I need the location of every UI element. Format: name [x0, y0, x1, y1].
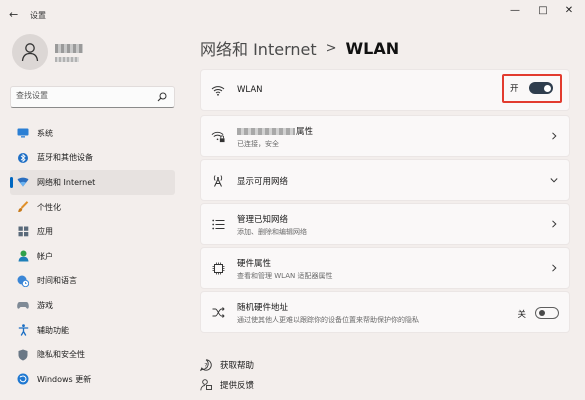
wlan-toggle-highlight: 开	[502, 74, 562, 103]
wlan-card: WLAN 开	[200, 69, 570, 111]
chevron-down-icon	[550, 178, 558, 183]
user-icon	[21, 43, 39, 62]
windows-update-icon	[17, 373, 29, 385]
help-icon: ?	[200, 359, 212, 371]
sidebar-item-label: Windows 更新	[37, 374, 92, 384]
known-networks-title: 管理已知网络	[237, 215, 289, 225]
connected-network-title: 属性	[237, 125, 313, 137]
sidebar-item-label: 时间和语言	[37, 276, 77, 286]
known-networks-subtitle: 添加、删除和编辑网络	[237, 228, 307, 236]
sidebar-item-privacy[interactable]: 隐私和安全性	[10, 342, 175, 367]
breadcrumb-parent-link[interactable]: 网络和 Internet	[200, 36, 317, 60]
hardware-properties-card[interactable]: 硬件属性 查看和管理 WLAN 适配器属性	[200, 247, 570, 289]
sidebar-item-label: 系统	[37, 128, 53, 138]
chevron-right-icon	[552, 264, 557, 272]
breadcrumb-separator: >	[325, 40, 337, 56]
wifi-lock-icon	[211, 129, 225, 143]
user-name-redacted	[55, 44, 83, 53]
maximize-icon[interactable]: □	[533, 4, 553, 18]
user-email-redacted	[55, 57, 79, 62]
account-icon	[17, 250, 29, 262]
sidebar-item-accounts[interactable]: 帐户	[10, 244, 175, 269]
sidebar-item-label: 个性化	[37, 202, 61, 212]
sidebar-nav: 系统 蓝牙和其他设备 网络和 Internet 个性化 应用 帐户 时间和语言 …	[10, 121, 175, 392]
available-networks-label: 显示可用网络	[237, 177, 289, 187]
antenna-icon	[211, 173, 225, 187]
get-help-link[interactable]: ? 获取帮助	[200, 359, 254, 371]
sidebar-item-system[interactable]: 系统	[10, 121, 175, 146]
window-title: 设置	[30, 11, 46, 20]
known-networks-card[interactable]: 管理已知网络 添加、删除和编辑网络	[200, 203, 570, 245]
wlan-toggle[interactable]	[529, 82, 553, 94]
connected-network-status: 已连接，安全	[237, 140, 279, 148]
search-box[interactable]	[10, 86, 175, 108]
hardware-properties-subtitle: 查看和管理 WLAN 适配器属性	[237, 272, 333, 280]
title-bar: ← 设置 — □ ✕	[0, 0, 585, 30]
sidebar-item-network[interactable]: 网络和 Internet	[10, 170, 175, 195]
accessibility-icon	[17, 324, 29, 336]
svg-text:?: ?	[204, 361, 207, 369]
gamepad-icon	[17, 299, 29, 311]
list-icon	[211, 217, 225, 231]
chevron-right-icon	[552, 132, 557, 140]
feedback-icon	[200, 379, 212, 391]
available-networks-card[interactable]: 显示可用网络	[200, 159, 570, 201]
sidebar-item-label: 网络和 Internet	[37, 177, 96, 187]
sidebar-item-bluetooth[interactable]: 蓝牙和其他设备	[10, 146, 175, 171]
wlan-toggle-state: 开	[510, 84, 519, 94]
shuffle-icon	[211, 305, 225, 319]
chevron-right-icon	[552, 220, 557, 228]
close-icon[interactable]: ✕	[559, 4, 579, 18]
apps-icon	[17, 226, 29, 238]
brush-icon	[17, 201, 29, 213]
give-feedback-link[interactable]: 提供反馈	[200, 379, 254, 391]
toggle-knob	[543, 84, 551, 92]
breadcrumb: 网络和 Internet > WLAN	[200, 36, 399, 60]
sidebar-item-time-language[interactable]: 时间和语言	[10, 269, 175, 294]
network-name-redacted	[237, 128, 295, 135]
wifi-icon	[211, 83, 225, 97]
minimize-icon[interactable]: —	[505, 4, 525, 18]
search-icon[interactable]	[157, 92, 167, 102]
avatar[interactable]	[12, 34, 48, 70]
random-address-toggle[interactable]	[535, 307, 559, 319]
random-hardware-address-card: 随机硬件地址 通过使其他人更难以跟踪你的设备位置来帮助保护你的隐私 关	[200, 291, 570, 333]
sidebar-item-windows-update[interactable]: Windows 更新	[10, 367, 175, 392]
random-address-toggle-state: 关	[517, 310, 526, 320]
chip-icon	[211, 261, 225, 275]
bluetooth-icon	[17, 152, 29, 164]
get-help-label: 获取帮助	[220, 361, 255, 371]
system-icon	[17, 127, 29, 139]
sidebar-item-label: 隐私和安全性	[37, 350, 85, 360]
search-input[interactable]	[16, 91, 156, 100]
page-title: WLAN	[345, 38, 400, 58]
globe-clock-icon	[17, 275, 29, 287]
sidebar-item-label: 帐户	[37, 251, 53, 261]
shield-icon	[17, 349, 29, 361]
random-address-subtitle: 通过使其他人更难以跟踪你的设备位置来帮助保护你的隐私	[237, 316, 419, 324]
sidebar-item-label: 辅助功能	[37, 325, 69, 335]
sidebar-item-label: 应用	[37, 227, 53, 237]
toggle-knob	[538, 310, 545, 316]
sidebar-item-apps[interactable]: 应用	[10, 219, 175, 244]
wlan-label: WLAN	[237, 85, 263, 95]
sidebar-item-accessibility[interactable]: 辅助功能	[10, 318, 175, 343]
sidebar-item-label: 游戏	[37, 300, 53, 310]
back-arrow-icon[interactable]: ←	[9, 8, 23, 22]
sidebar-item-label: 蓝牙和其他设备	[37, 153, 93, 163]
network-icon	[17, 176, 29, 188]
connected-network-card[interactable]: 属性 已连接，安全	[200, 115, 570, 157]
hardware-properties-title: 硬件属性	[237, 259, 272, 269]
sidebar-item-personalization[interactable]: 个性化	[10, 195, 175, 220]
random-address-title: 随机硬件地址	[237, 303, 289, 313]
properties-label: 属性	[296, 127, 314, 137]
give-feedback-label: 提供反馈	[220, 381, 255, 391]
sidebar-item-gaming[interactable]: 游戏	[10, 293, 175, 318]
